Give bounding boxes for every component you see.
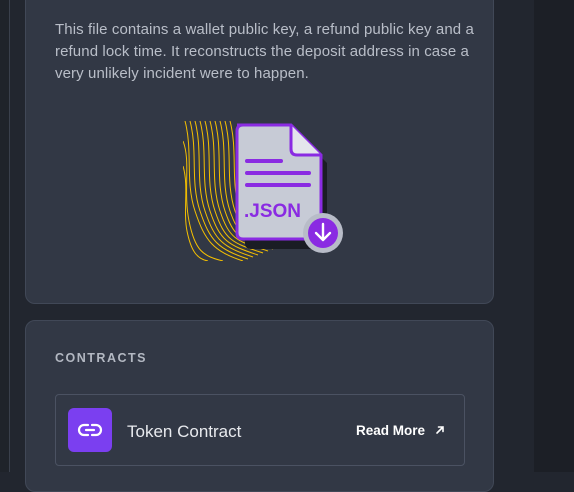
contract-name: Token Contract [127, 422, 242, 441]
json-file-card: This file contains a wallet public key, … [25, 0, 494, 304]
contracts-card: CONTRACTS Token Contract Read More [25, 320, 494, 492]
json-download-illustration[interactable]: .JSON [183, 121, 343, 261]
right-panel-edge [534, 0, 574, 472]
read-more-link[interactable]: Read More [356, 423, 445, 438]
file-description: This file contains a wallet public key, … [55, 21, 474, 82]
contracts-section-title: CONTRACTS [55, 351, 147, 365]
contract-list-item[interactable]: Token Contract Read More [55, 394, 465, 466]
external-link-arrow-icon [435, 423, 445, 438]
read-more-label: Read More [356, 423, 426, 438]
link-icon [68, 408, 112, 452]
json-file-label: .JSON [244, 201, 301, 222]
left-sidebar-edge [0, 0, 10, 472]
